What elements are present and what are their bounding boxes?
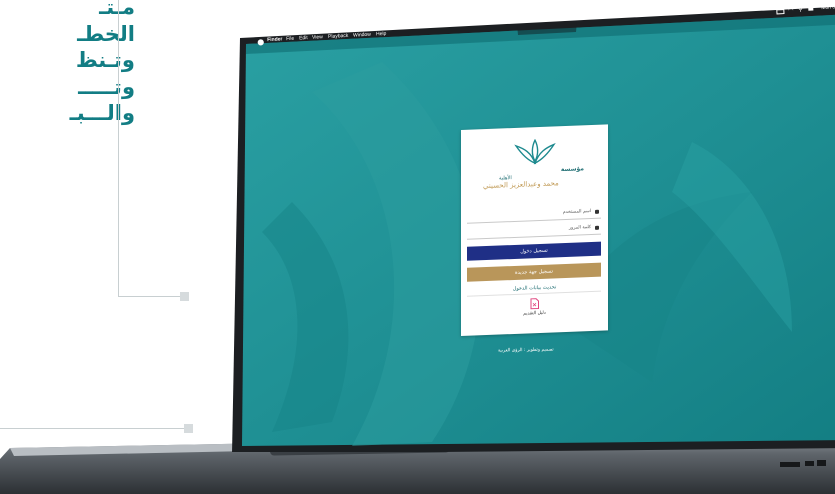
menubar-app-name[interactable]: Finder bbox=[267, 36, 283, 43]
logo-title: مؤسسة bbox=[560, 165, 584, 174]
apple-icon[interactable]: ● bbox=[257, 37, 264, 46]
menu-item-playback[interactable]: Playback bbox=[328, 33, 349, 40]
logo-script: محمد وعبدالعزيز الحسيني bbox=[483, 179, 559, 191]
battery-icon[interactable] bbox=[776, 9, 785, 15]
marketing-line: الخطـ bbox=[77, 21, 135, 46]
marketing-line: والـــبـ bbox=[69, 101, 135, 125]
menu-item-file[interactable]: File bbox=[286, 36, 294, 42]
footer-credit: تصميم وتطوير : الرؤى العربية bbox=[497, 347, 554, 354]
guide-label[interactable]: دليل التقديم bbox=[461, 308, 608, 319]
marketing-line: وتـنظ bbox=[75, 48, 135, 72]
register-button[interactable]: تسجيل جهة جديدة bbox=[467, 262, 601, 282]
menu-item-view[interactable]: View bbox=[312, 34, 323, 41]
menu-item-edit[interactable]: Edit bbox=[299, 35, 308, 41]
control-center-icon[interactable] bbox=[808, 6, 814, 11]
password-field[interactable]: كلمة المرور bbox=[467, 224, 601, 240]
menu-item-window[interactable]: Window bbox=[353, 32, 371, 39]
login-button[interactable]: تسجيل دخول bbox=[467, 241, 601, 261]
login-card: مؤسسة الأهلية محمد وعبدالعزيز الحسيني اس… bbox=[461, 124, 608, 336]
menubar-clock: Mon 6 June. 9:41A.M. bbox=[821, 3, 835, 12]
password-placeholder: كلمة المرور bbox=[568, 225, 591, 231]
wifi-icon[interactable]: ◠ bbox=[788, 7, 794, 14]
connector-line-upper bbox=[118, 0, 183, 297]
login-button-label: تسجيل دخول bbox=[520, 247, 548, 255]
logo-leaves-icon bbox=[514, 138, 556, 165]
lock-icon bbox=[595, 225, 599, 230]
user-icon bbox=[595, 209, 599, 214]
marketing-line: مـتـ bbox=[99, 0, 135, 19]
connector-dot bbox=[180, 292, 189, 301]
username-placeholder: اسم المستخدم bbox=[562, 209, 591, 216]
connector-line-lower bbox=[0, 428, 186, 429]
username-field[interactable]: اسم المستخدم bbox=[467, 208, 601, 224]
pdf-icon[interactable] bbox=[530, 298, 539, 310]
menu-item-help[interactable]: Help bbox=[376, 31, 387, 38]
marketing-line: وتـــــ bbox=[78, 74, 135, 99]
search-icon[interactable]: ⚲ bbox=[798, 6, 803, 13]
marketing-text: مـتـ الخطـ وتـنظ وتـــــ والـــبـ bbox=[0, 0, 135, 127]
register-button-label: تسجيل جهة جديدة bbox=[515, 268, 553, 276]
